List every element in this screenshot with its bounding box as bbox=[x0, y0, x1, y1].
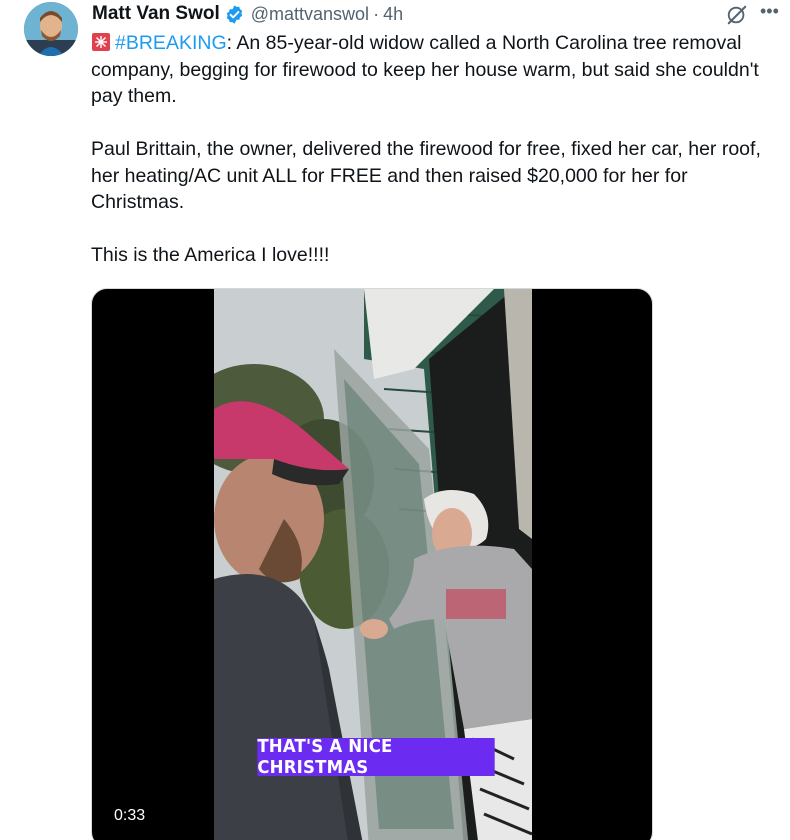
tweet-header: Matt Van Swol @mattvanswol · 4h bbox=[92, 2, 403, 26]
avatar[interactable] bbox=[24, 2, 78, 56]
video-duration: 0:33 bbox=[114, 807, 146, 824]
separator: · bbox=[373, 3, 380, 24]
more-options-icon[interactable]: ••• bbox=[760, 2, 784, 22]
grok-icon[interactable] bbox=[726, 4, 748, 26]
verified-badge-icon bbox=[224, 4, 245, 25]
tweet-paragraph-3: This is the America I love!!!! bbox=[91, 244, 330, 266]
author-handle[interactable]: @mattvanswol bbox=[251, 4, 369, 25]
tweet-body: #BREAKING: An 85-year-old widow called a… bbox=[91, 30, 786, 269]
siren-emoji-icon bbox=[91, 32, 111, 52]
video-caption: THAT'S A NICE CHRISTMAS bbox=[257, 736, 495, 778]
tweet-paragraph-1: #BREAKING: An 85-year-old widow called a… bbox=[91, 30, 786, 110]
tweet-paragraph-2: Paul Brittain, the owner, delivered the … bbox=[91, 138, 761, 213]
video-player[interactable]: THAT'S A NICE CHRISTMAS 0:33 bbox=[91, 288, 653, 840]
author-name[interactable]: Matt Van Swol bbox=[92, 3, 220, 25]
timestamp[interactable]: 4h bbox=[383, 4, 403, 25]
hashtag-link[interactable]: #BREAKING bbox=[115, 32, 227, 54]
